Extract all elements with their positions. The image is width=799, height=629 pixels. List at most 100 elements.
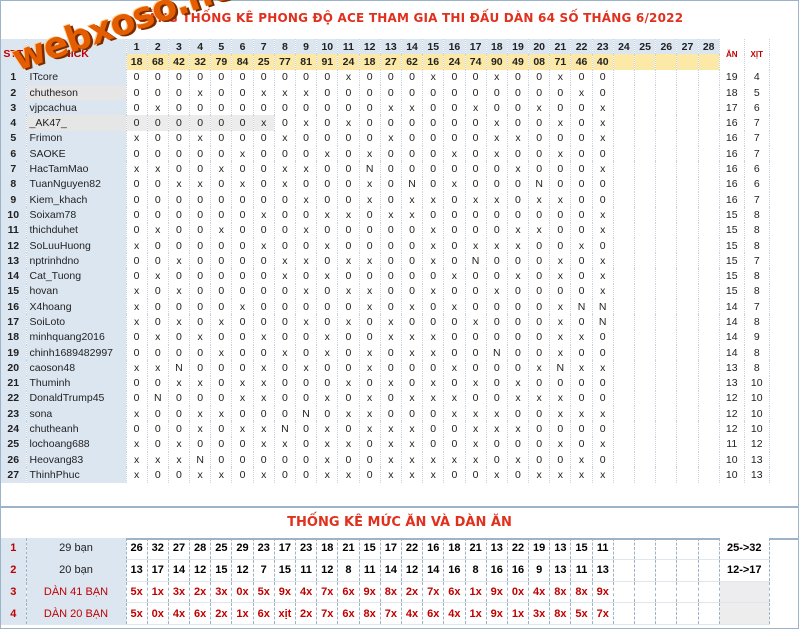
- row-mark: x: [253, 84, 275, 101]
- row-mark: 0: [189, 253, 212, 269]
- stats-cell: 28: [189, 538, 212, 560]
- row-mark: 0: [147, 69, 169, 85]
- row-mark: x: [422, 237, 445, 254]
- row-mark: x: [528, 467, 551, 483]
- stats-cell: [634, 559, 657, 582]
- row-mark: x: [337, 375, 360, 391]
- row-mark: 0: [126, 100, 148, 116]
- row-mark: 0: [210, 375, 233, 391]
- header-day: 21: [549, 39, 572, 55]
- row-mark: 0: [253, 176, 275, 192]
- row-mark: x: [507, 421, 530, 437]
- row-mark: [676, 344, 699, 361]
- header-result: 27: [380, 54, 402, 70]
- row-mark: [655, 146, 678, 162]
- row-mark: x: [592, 115, 614, 131]
- stats-cell: 6x: [337, 581, 360, 604]
- row-mark: [613, 406, 636, 422]
- row-an: 15: [719, 268, 745, 284]
- row-an: 16: [719, 146, 745, 162]
- row-mark: [634, 344, 657, 361]
- row-mark: 0: [253, 191, 275, 208]
- row-mark: x: [592, 467, 614, 483]
- header-result: 90: [486, 54, 508, 70]
- row-stt: 11: [1, 222, 27, 238]
- row-mark: [698, 283, 720, 300]
- header-result: 24: [443, 54, 466, 70]
- row-stt: 23: [1, 406, 27, 422]
- header-result: 71: [549, 54, 572, 70]
- row-mark: x: [189, 406, 212, 422]
- row-mark: x: [465, 436, 487, 453]
- row-mark: [676, 299, 699, 315]
- row-mark: 0: [465, 299, 487, 315]
- row-mark: 0: [549, 130, 572, 147]
- row-mark: x: [126, 299, 148, 315]
- row-mark: 0: [507, 207, 530, 223]
- row-mark: x: [465, 375, 487, 391]
- header-xit: XỊT: [744, 39, 770, 70]
- row-mark: x: [274, 161, 297, 177]
- row-xit: 8: [744, 207, 770, 223]
- row-mark: x: [422, 69, 445, 85]
- row-mark: [634, 130, 657, 147]
- row-mark: x: [549, 146, 572, 162]
- row-mark: [613, 146, 636, 162]
- stats-cell: [698, 602, 720, 626]
- row-mark: x: [253, 421, 275, 437]
- header-result: 68: [147, 54, 169, 70]
- row-mark: 0: [401, 130, 424, 147]
- header-day: 5: [210, 39, 233, 55]
- row-mark: 0: [380, 283, 402, 300]
- row-mark: 0: [465, 360, 487, 376]
- row-mark: [634, 467, 657, 483]
- table-row: 25 lochoang688 x 0 x 0 0 0 x x 0 x x 0 x x 0 0 x 0 0 0 x 0 x 11 12: [1, 436, 770, 453]
- row-xit: 8: [744, 268, 770, 284]
- row-xit: 13: [744, 452, 770, 468]
- row-mark: 0: [147, 176, 169, 192]
- row-mark: 0: [486, 375, 508, 391]
- row-mark: 0: [486, 390, 508, 407]
- row-mark: 0: [443, 253, 466, 269]
- row-mark: 0: [274, 191, 297, 208]
- row-mark: x: [422, 467, 445, 483]
- row-mark: 0: [380, 161, 402, 177]
- stats-cell: 4x: [528, 581, 551, 604]
- row-mark: x: [168, 452, 191, 468]
- row-mark: 0: [570, 115, 593, 131]
- header-day: 4: [189, 39, 212, 55]
- row-mark: 0: [189, 191, 212, 208]
- stats-cell: 11: [570, 559, 593, 582]
- row-mark: 0: [231, 436, 254, 453]
- row-stt: 19: [1, 344, 27, 361]
- row-mark: 0: [210, 360, 233, 376]
- row-mark: 0: [231, 452, 254, 468]
- stats-table: 1 29 bạn 26 32 27 28 25 29 23 17 23 18 21 15 17 22 16 18 2…: [1, 538, 770, 626]
- header-result: [698, 54, 720, 70]
- stats-row-index: 4: [1, 602, 27, 626]
- row-mark: 0: [570, 314, 593, 330]
- row-mark: x: [486, 421, 508, 437]
- row-xit: 7: [744, 130, 770, 147]
- row-mark: 0: [465, 390, 487, 407]
- row-mark: 0: [147, 421, 169, 437]
- row-mark: 0: [274, 283, 297, 300]
- row-mark: x: [549, 268, 572, 284]
- row-stt: 14: [1, 268, 27, 284]
- row-mark: 0: [549, 176, 572, 192]
- row-mark: [676, 283, 699, 300]
- table-row: 26 Heovang83 x x x N 0 0 0 0 0 x 0 0 x x x x x 0 x 0 0 x 0 10 13: [1, 452, 770, 468]
- row-mark: x: [337, 253, 360, 269]
- row-mark: 0: [168, 222, 191, 238]
- stats-cell: 0x: [231, 581, 254, 604]
- table-row: 24 chutheanh 0 0 0 x 0 x x N 0 x 0 x x x 0 0 x x x 0 0 0 0 12 10: [1, 421, 770, 437]
- stats-cell: 17: [380, 538, 402, 560]
- row-nick: Thuminh: [26, 375, 127, 391]
- stats-cell: 8: [465, 559, 487, 582]
- stats-cell: 3x: [210, 581, 233, 604]
- row-mark: x: [507, 390, 530, 407]
- row-mark: 0: [422, 161, 445, 177]
- row-mark: 0: [380, 191, 402, 208]
- row-mark: x: [316, 329, 339, 345]
- row-mark: 0: [168, 390, 191, 407]
